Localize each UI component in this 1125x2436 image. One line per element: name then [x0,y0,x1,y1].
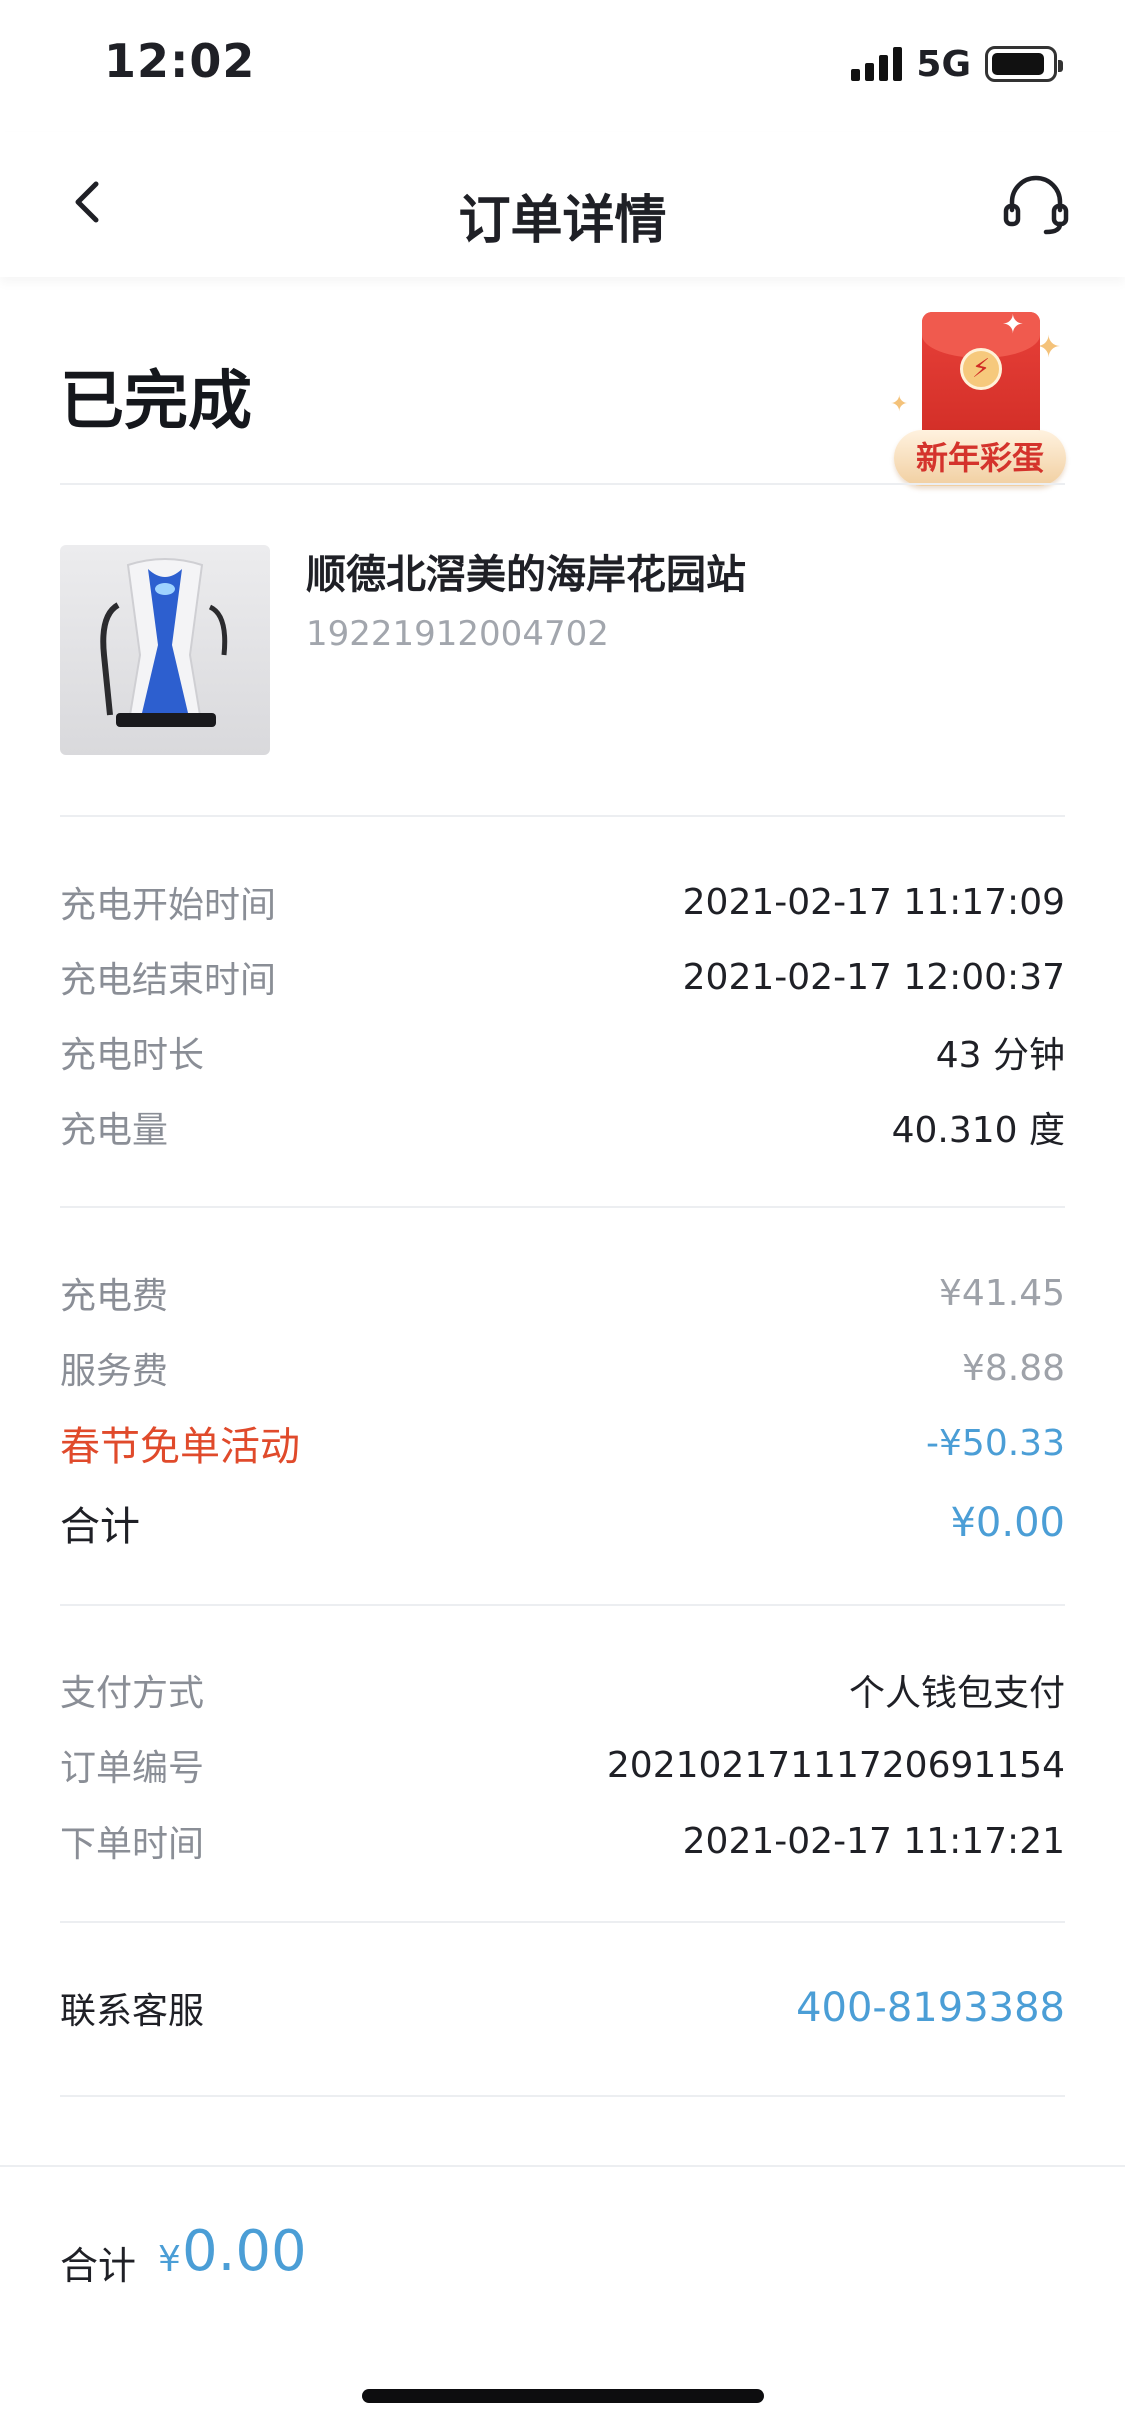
row-value: 2021-02-17 12:00:37 [682,956,1065,998]
row-value: 2021-02-17 11:17:09 [682,881,1065,923]
divider [60,1921,1065,1923]
order-time-row: 下单时间 2021-02-17 11:17:21 [60,1815,1065,1867]
row-value: 2021-02-17 11:17:21 [682,1820,1065,1862]
page-title: 订单详情 [458,191,667,251]
battery-level [992,53,1045,75]
currency-symbol: ¥ [158,2239,181,2280]
charge-start-row: 充电开始时间 2021-02-17 11:17:09 [60,876,1065,928]
bottom-total-bar: 合计 ¥ 0.00 [0,2165,1125,2436]
row-label: 充电开始时间 [60,885,277,926]
row-value: 个人钱包支付 [848,1673,1065,1714]
divider [60,1604,1065,1606]
home-indicator[interactable] [362,2389,764,2403]
row-label: 合计 [60,1504,140,1550]
charge-fee-row: 充电费 ¥41.45 [60,1267,1065,1319]
charge-duration-row: 充电时长 43 分钟 [60,1026,1065,1078]
row-label: 支付方式 [60,1673,205,1714]
row-value: 40.310 度 [891,1110,1065,1151]
promotion-row: 春节免单活动 -¥50.33 [60,1414,1065,1472]
promotion-label: 春节免单活动 [60,1424,300,1470]
headset-icon[interactable] [1002,172,1070,236]
status-indicators: 5G [851,43,1063,85]
order-number-row[interactable]: 订单编号 20210217111720691154 [60,1739,1065,1791]
payment-method-row: 支付方式 个人钱包支付 [60,1664,1065,1716]
lightning-icon: ⚡ [960,348,1002,390]
station-id: 19221912004702 [306,614,609,654]
support-phone-link[interactable]: 400-8193388 [796,1985,1065,2031]
row-label: 下单时间 [60,1824,205,1865]
promotion-value: -¥50.33 [926,1422,1065,1464]
network-type: 5G [916,43,971,85]
divider [60,815,1065,817]
charge-amount-row: 充电量 40.310 度 [60,1101,1065,1153]
charging-pile-image [60,545,270,755]
divider [60,483,1065,485]
battery-icon [985,46,1063,82]
row-value: ¥41.45 [939,1272,1065,1314]
row-label: 充电量 [60,1110,169,1151]
order-status: 已完成 [60,365,252,439]
divider [60,1206,1065,1208]
sparkle-icon: ✦ [890,392,909,417]
fee-total-row: 合计 ¥0.00 [60,1494,1065,1552]
contact-support-row[interactable]: 联系客服 400-8193388 [60,1982,1065,2034]
charge-end-row: 充电结束时间 2021-02-17 12:00:37 [60,951,1065,1003]
status-time: 12:02 [104,34,256,88]
row-value: 43 分钟 [935,1035,1065,1076]
divider [60,2095,1065,2097]
sparkle-icon: ✦ [1002,310,1024,340]
row-label: 服务费 [60,1351,169,1392]
new-year-promo-badge[interactable]: ✦ ✦ ⚡ ✦ 新年彩蛋 [890,308,1070,494]
row-value: ¥8.88 [961,1347,1065,1389]
station-name: 顺德北滘美的海岸花园站 [306,552,746,598]
nav-bar: 订单详情 [0,132,1125,277]
promo-label: 新年彩蛋 [894,430,1066,486]
status-bar: 12:02 5G [0,0,1125,132]
fee-total-value: ¥0.00 [950,1500,1065,1546]
row-label: 充电费 [60,1276,169,1317]
bottom-total-label: 合计 [60,2244,137,2288]
contact-label: 联系客服 [60,1991,205,2032]
service-fee-row: 服务费 ¥8.88 [60,1342,1065,1394]
row-label: 充电时长 [60,1035,205,1076]
order-number-value[interactable]: 20210217111720691154 [607,1745,1065,1786]
signal-icon [851,47,903,81]
bottom-total-amount: 0.00 [182,2219,307,2284]
row-label: 充电结束时间 [60,960,277,1001]
row-label: 订单编号 [60,1748,205,1789]
